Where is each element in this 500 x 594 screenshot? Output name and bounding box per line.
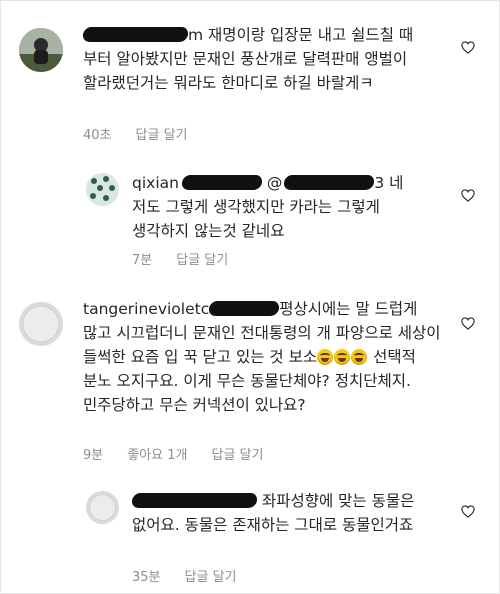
redacted-username	[208, 301, 281, 316]
avatar[interactable]	[19, 28, 63, 72]
default-user-icon	[86, 491, 119, 524]
avatar[interactable]	[19, 302, 63, 346]
heart-icon[interactable]	[461, 505, 475, 518]
pattern-avatar-icon	[86, 173, 119, 206]
redacted-username	[130, 493, 259, 508]
comment-text: qixian @3 네 저도 그렇게 생각했지만 카라는 그렇게 생각하지 않는…	[132, 174, 404, 240]
comment-text: tangerinevioletc 평상시에는 말 드럽게 많고 시끄럽더니 문재인…	[83, 300, 441, 414]
mention[interactable]: @	[267, 174, 283, 192]
default-user-icon	[19, 302, 63, 346]
timestamp: 7분	[132, 253, 153, 268]
comment-meta: 40초 답글 달기	[83, 124, 212, 143]
redacted-username	[81, 27, 190, 42]
redacted-mention	[283, 175, 376, 190]
heart-icon[interactable]	[461, 317, 475, 330]
redacted-username	[180, 175, 264, 190]
timestamp: 40초	[83, 128, 112, 143]
comment-list: m 재명이랑 입장문 내고 쉴드칠 때 부터 알아봤지만 문재인 풍산개로 달력…	[0, 0, 500, 594]
username-fragment: qixian	[132, 174, 179, 192]
laughing-emoji-icon	[334, 349, 351, 365]
comment-meta: 9분 좋아요 1개 답글 달기	[83, 444, 287, 463]
like-count[interactable]: 좋아요 1개	[127, 444, 187, 463]
avatar[interactable]	[86, 491, 119, 524]
timestamp: 9분	[83, 448, 104, 463]
reply-button[interactable]: 답글 달기	[176, 249, 228, 268]
laughing-emoji-icon	[317, 349, 334, 365]
comment-text: m 재명이랑 입장문 내고 쉴드칠 때 부터 알아봤지만 문재인 풍산개로 달력…	[81, 26, 414, 92]
comment-meta: 7분 답글 달기	[132, 249, 252, 268]
comment-meta: 35분 답글 달기	[132, 566, 261, 585]
comment-text: 좌파성향에 맞는 동물은 없어요. 동물은 존재하는 그대로 동물인거죠	[130, 492, 415, 534]
laughing-emoji-icon	[351, 349, 368, 365]
reply-button[interactable]: 답글 달기	[185, 566, 237, 585]
username-fragment: m	[188, 26, 204, 44]
heart-icon[interactable]	[461, 189, 475, 202]
avatar[interactable]	[86, 173, 119, 206]
reply-button[interactable]: 답글 달기	[136, 124, 188, 143]
profile-photo-icon	[19, 28, 63, 72]
timestamp: 35분	[132, 570, 161, 585]
username-fragment: tangerinevioletc	[83, 300, 210, 318]
reply-button[interactable]: 답글 달기	[211, 444, 263, 463]
heart-icon[interactable]	[461, 41, 475, 54]
